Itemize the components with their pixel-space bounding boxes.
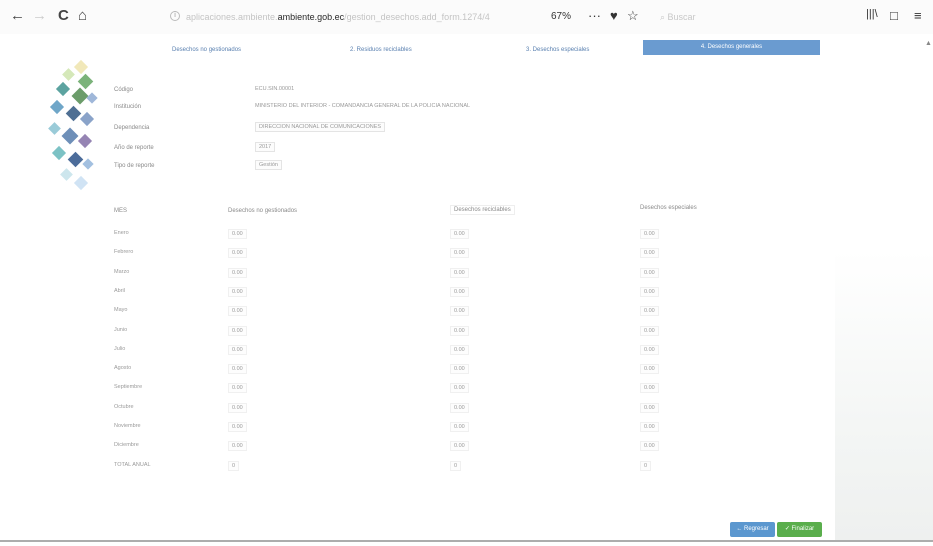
sidebar-icon[interactable]: □ [890, 8, 898, 23]
month-label: Febrero [114, 249, 134, 255]
tab-desechos-especiales[interactable]: 3. Desechos especiales [526, 47, 589, 53]
month-label: Marzo [114, 269, 130, 275]
library-icon[interactable]: |||\ [866, 8, 878, 20]
tipo-reporte-value: Gestión [255, 160, 282, 170]
cell-reciclables[interactable]: 0.00 [450, 268, 469, 278]
month-label: Octubre [114, 404, 134, 410]
cell-no-gestionados[interactable]: 0.00 [228, 326, 247, 336]
url-bar[interactable]: aplicaciones.ambiente.ambiente.gob.ec/ge… [186, 12, 490, 22]
codigo-value: ECU.SIN.00001 [255, 86, 295, 92]
tab-desechos-generales[interactable]: 4. Desechos generales [643, 40, 820, 55]
cell-especiales[interactable]: 0.00 [640, 364, 659, 374]
cell-reciclables[interactable]: 0.00 [450, 248, 469, 258]
month-label: Junio [114, 327, 128, 333]
cell-especiales[interactable]: 0.00 [640, 422, 659, 432]
cell-especiales[interactable]: 0.00 [640, 268, 659, 278]
month-label: Enero [114, 230, 129, 236]
institucion-label: Institución [114, 104, 142, 110]
header-no-gestionados: Desechos no gestionados [228, 208, 298, 214]
horizontal-scrollbar[interactable] [0, 540, 933, 542]
browser-toolbar: ← → C ⌂ i aplicaciones.ambiente.ambiente… [0, 0, 933, 34]
cell-no-gestionados[interactable]: 0.00 [228, 422, 247, 432]
search-placeholder: Buscar [667, 12, 696, 22]
cell-no-gestionados[interactable]: 0.00 [228, 364, 247, 374]
cell-reciclables[interactable]: 0.00 [450, 287, 469, 297]
cell-reciclables[interactable]: 0.00 [450, 306, 469, 316]
bookmark-star-icon[interactable]: ☆ [627, 8, 639, 24]
back-arrow-icon[interactable]: ← [10, 8, 25, 24]
cell-no-gestionados[interactable]: 0 [228, 461, 240, 471]
cell-no-gestionados[interactable]: 0.00 [228, 268, 247, 278]
cell-especiales[interactable]: 0.00 [640, 441, 659, 451]
month-label: TOTAL ANUAL [114, 462, 151, 468]
month-label: Noviembre [114, 423, 141, 429]
url-prefix: aplicaciones.ambiente. [186, 12, 278, 22]
reload-icon[interactable]: C [58, 8, 69, 24]
dependencia-value: DIRECCION NACIONAL DE COMUNICACIONES [255, 122, 386, 132]
cell-especiales[interactable]: 0 [640, 461, 652, 471]
cell-especiales[interactable]: 0.00 [640, 248, 659, 258]
cell-no-gestionados[interactable]: 0.00 [228, 383, 247, 393]
url-domain: ambiente.gob.ec [277, 12, 345, 22]
zoom-level[interactable]: 67% [551, 11, 571, 22]
pocket-icon[interactable]: ♥ [610, 8, 618, 23]
background-image [835, 250, 933, 540]
search-input[interactable]: ⌕ Buscar [660, 12, 696, 23]
home-icon[interactable]: ⌂ [78, 8, 87, 24]
tab-residuos-reciclables[interactable]: 2. Residuos reciclables [350, 47, 412, 53]
cell-especiales[interactable]: 0.00 [640, 403, 659, 413]
cell-especiales[interactable]: 0.00 [640, 287, 659, 297]
cell-especiales[interactable]: 0.00 [640, 229, 659, 239]
month-label: Julio [114, 346, 126, 352]
cell-especiales[interactable]: 0.00 [640, 383, 659, 393]
header-mes: MES [114, 208, 128, 214]
cell-no-gestionados[interactable]: 0.00 [228, 403, 247, 413]
month-label: Mayo [114, 307, 128, 313]
cell-no-gestionados[interactable]: 0.00 [228, 287, 247, 297]
cell-reciclables[interactable]: 0.00 [450, 326, 469, 336]
header-reciclables: Desechos reciclables [450, 205, 515, 215]
cell-no-gestionados[interactable]: 0.00 [228, 248, 247, 258]
month-label: Diciembre [114, 442, 139, 448]
anio-reporte-value: 2017 [255, 142, 276, 152]
month-label: Septiembre [114, 384, 143, 390]
hamburger-menu-icon[interactable]: ≡ [914, 8, 922, 23]
url-suffix: /gestion_desechos.add_form.1274/4 [344, 12, 490, 22]
cell-reciclables[interactable]: 0.00 [450, 403, 469, 413]
more-actions-icon[interactable]: ··· [588, 8, 601, 23]
cell-reciclables[interactable]: 0.00 [450, 229, 469, 239]
regresar-button[interactable]: ← Regresar [730, 522, 775, 537]
month-label: Agosto [114, 365, 132, 371]
cell-especiales[interactable]: 0.00 [640, 326, 659, 336]
cell-reciclables[interactable]: 0.00 [450, 441, 469, 451]
month-label: Abril [114, 288, 126, 294]
codigo-label: Código [114, 87, 134, 93]
cell-no-gestionados[interactable]: 0.00 [228, 306, 247, 316]
scroll-up-arrow-icon[interactable]: ▲ [925, 40, 932, 47]
forward-arrow-icon[interactable]: → [32, 8, 47, 24]
ministry-logo [48, 59, 98, 192]
institucion-value: MINISTERIO DEL INTERIOR - COMANDANCIA GE… [255, 103, 471, 109]
tab-desechos-no-gestionados[interactable]: Desechos no gestionados [172, 47, 241, 53]
site-info-icon[interactable]: i [170, 11, 180, 21]
dependencia-label: Dependencia [114, 125, 150, 131]
cell-reciclables[interactable]: 0.00 [450, 364, 469, 374]
cell-reciclables[interactable]: 0 [450, 461, 462, 471]
anio-reporte-label: Año de reporte [114, 145, 154, 151]
cell-reciclables[interactable]: 0.00 [450, 422, 469, 432]
cell-reciclables[interactable]: 0.00 [450, 383, 469, 393]
cell-especiales[interactable]: 0.00 [640, 345, 659, 355]
cell-especiales[interactable]: 0.00 [640, 306, 659, 316]
finalizar-button[interactable]: ✓ Finalizar [777, 522, 822, 537]
cell-no-gestionados[interactable]: 0.00 [228, 345, 247, 355]
cell-no-gestionados[interactable]: 0.00 [228, 229, 247, 239]
cell-no-gestionados[interactable]: 0.00 [228, 441, 247, 451]
tipo-reporte-label: Tipo de reporte [114, 163, 155, 169]
header-especiales: Desechos especiales [640, 205, 697, 211]
cell-reciclables[interactable]: 0.00 [450, 345, 469, 355]
